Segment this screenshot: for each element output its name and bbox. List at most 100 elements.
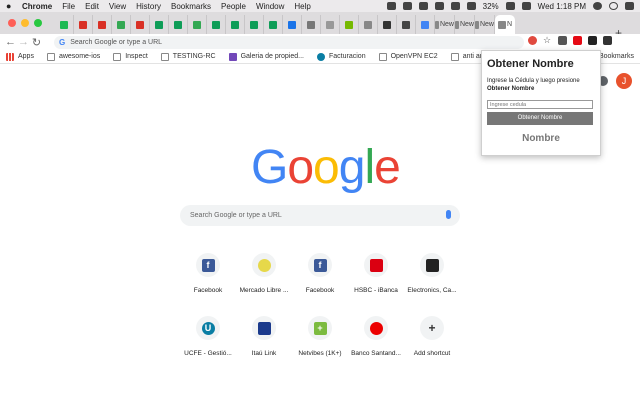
logo-letter: G <box>251 141 288 194</box>
bookmark-item[interactable]: Facturacion <box>317 52 366 61</box>
browser-tab[interactable] <box>93 15 112 34</box>
bookmark-star-icon[interactable]: ☆ <box>543 36 552 45</box>
browser-tab[interactable] <box>74 15 93 34</box>
microphone-icon[interactable] <box>446 210 451 219</box>
menu-bookmarks[interactable]: Bookmarks <box>171 2 211 11</box>
forward-arrow-icon[interactable]: → <box>17 36 30 48</box>
status-app-icon[interactable] <box>402 2 412 10</box>
bookmark-item[interactable]: Galeria de propied... <box>228 52 304 61</box>
purple-doc-icon <box>228 52 237 61</box>
browser-tab[interactable] <box>378 15 397 34</box>
menu-people[interactable]: People <box>221 2 246 11</box>
browser-tab[interactable] <box>283 15 302 34</box>
popup-instructions: Ingrese la Cédula y luego presione Obten… <box>487 77 595 93</box>
bookmark-label: Inspect <box>125 53 148 60</box>
browser-tab[interactable] <box>416 15 435 34</box>
google-logo: Google <box>251 140 401 195</box>
menubar-status-area: 32% Wed 1:18 PM <box>386 0 634 12</box>
browser-tab[interactable]: New <box>475 15 495 34</box>
macos-menubar: ● Chrome File Edit View History Bookmark… <box>0 0 640 12</box>
browser-tab[interactable] <box>188 15 207 34</box>
extension-icon[interactable] <box>588 36 597 45</box>
bookmark-item[interactable]: TESTING-RC <box>160 52 216 61</box>
shortcut-tile[interactable]: Mercado Libre ... <box>236 253 292 294</box>
apple-menu-icon[interactable]: ● <box>6 1 16 11</box>
browser-tab[interactable]: New <box>435 15 455 34</box>
shortcut-icon-circle <box>252 316 276 340</box>
browser-tab[interactable] <box>150 15 169 34</box>
avatar[interactable]: J <box>616 73 632 89</box>
browser-tab[interactable] <box>302 15 321 34</box>
status-app-icon[interactable] <box>418 2 428 10</box>
search-box[interactable]: Search Google or type a URL <box>180 205 460 226</box>
browser-tab[interactable] <box>321 15 340 34</box>
bookmark-item[interactable]: awesome-ios <box>46 52 100 61</box>
popup-instruction-text: Ingrese la Cédula y luego presione <box>487 78 580 84</box>
extension-icon[interactable] <box>528 36 537 45</box>
minimize-window-button[interactable] <box>21 19 29 27</box>
menubar-clock[interactable]: Wed 1:18 PM <box>538 2 586 11</box>
battery-percent[interactable]: 32% <box>483 2 499 11</box>
browser-tab[interactable] <box>169 15 188 34</box>
shortcut-tile[interactable]: + Netvibes (1K+) <box>292 316 348 357</box>
battery-icon[interactable] <box>505 2 515 10</box>
cedula-input[interactable] <box>487 100 593 109</box>
browser-tab[interactable] <box>359 15 378 34</box>
browser-tab[interactable] <box>131 15 150 34</box>
menu-view[interactable]: View <box>109 2 126 11</box>
bookmark-item[interactable]: OpenVPN EC2 <box>378 52 438 61</box>
shortcut-tile[interactable]: + Add shortcut <box>404 316 460 357</box>
browser-tab[interactable] <box>397 15 416 34</box>
globe-icon <box>435 20 439 29</box>
browser-tab[interactable] <box>226 15 245 34</box>
shortcut-tile[interactable]: Electronics, Ca... <box>404 253 460 294</box>
bluetooth-icon[interactable] <box>434 2 444 10</box>
volume-icon[interactable] <box>466 2 476 10</box>
browser-tab[interactable] <box>55 15 74 34</box>
menu-edit[interactable]: Edit <box>85 2 99 11</box>
extension-icon[interactable] <box>603 36 612 45</box>
shortcut-label: Mercado Libre ... <box>239 287 289 294</box>
menu-history[interactable]: History <box>136 2 161 11</box>
obtener-nombre-button[interactable]: Obtener Nombre <box>487 112 593 125</box>
close-window-button[interactable] <box>8 19 16 27</box>
browser-tab[interactable] <box>112 15 131 34</box>
spotlight-search-icon[interactable] <box>609 2 618 10</box>
browser-tab[interactable] <box>340 15 359 34</box>
sheets-icon <box>269 20 277 29</box>
browser-tab[interactable] <box>264 15 283 34</box>
logo-letter: e <box>374 141 401 194</box>
bookmark-item[interactable]: Inspect <box>113 52 148 61</box>
back-arrow-icon[interactable]: ← <box>4 36 17 48</box>
shortcut-tile[interactable]: f Facebook <box>180 253 236 294</box>
tab-list: New New New N <box>55 15 610 34</box>
extension-icon[interactable] <box>558 36 567 45</box>
omnibox[interactable]: G Search Google or type a URL <box>54 36 524 49</box>
menu-help[interactable]: Help <box>294 2 310 11</box>
browser-tab[interactable] <box>207 15 226 34</box>
input-source-icon[interactable] <box>521 2 531 10</box>
shortcut-label: Add shortcut <box>413 350 451 357</box>
bookmark-item[interactable]: Apps <box>6 52 34 61</box>
browser-tab[interactable] <box>245 15 264 34</box>
user-icon[interactable] <box>593 2 602 10</box>
browser-tab[interactable]: New <box>455 15 475 34</box>
zoom-window-button[interactable] <box>34 19 42 27</box>
shortcut-tile[interactable]: Itaú Link <box>236 316 292 357</box>
menu-window[interactable]: Window <box>256 2 284 11</box>
shortcut-label: Banco Santand... <box>351 350 401 357</box>
santander-icon <box>369 321 383 335</box>
shortcut-tile[interactable]: U UCFE - Gestió... <box>180 316 236 357</box>
reload-icon[interactable]: ↻ <box>30 36 43 49</box>
app-menu-chrome[interactable]: Chrome <box>22 2 52 11</box>
netflix-icon[interactable] <box>573 36 582 45</box>
shortcut-tile[interactable]: HSBC - iBanca <box>348 253 404 294</box>
control-list-icon[interactable] <box>625 2 634 10</box>
mercadolibre-icon <box>257 258 271 272</box>
menu-file[interactable]: File <box>62 2 75 11</box>
wifi-icon[interactable] <box>450 2 460 10</box>
shortcut-tile[interactable]: f Facebook <box>292 253 348 294</box>
shortcut-tile[interactable]: Banco Santand... <box>348 316 404 357</box>
browser-tab[interactable]: N <box>495 15 515 34</box>
status-app-icon[interactable] <box>386 2 396 10</box>
